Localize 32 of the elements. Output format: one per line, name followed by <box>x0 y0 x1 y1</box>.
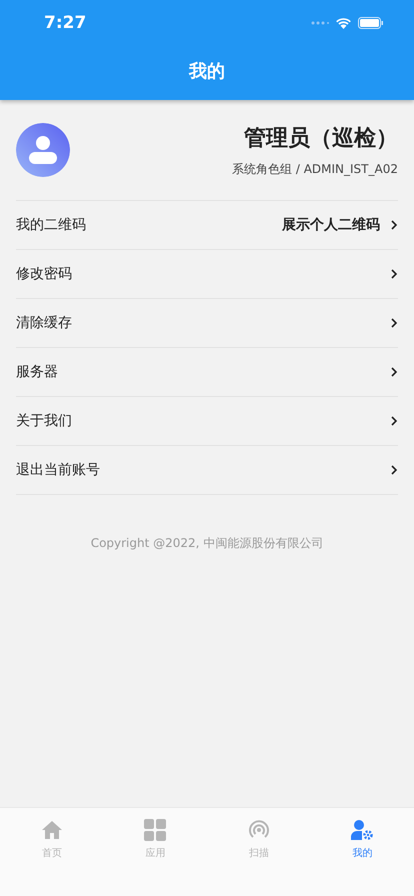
avatar-icon <box>16 123 70 177</box>
menu-item[interactable]: 服务器 <box>16 348 398 397</box>
menu-item[interactable]: 我的二维码 展示个人二维码 <box>16 201 398 250</box>
chevron-right-icon <box>390 464 398 476</box>
menu-label: 我的二维码 <box>16 216 87 234</box>
chevron-right-icon <box>390 268 398 280</box>
menu-value: 展示个人二维码 <box>282 216 380 234</box>
grid-icon <box>143 818 168 842</box>
menu-label: 服务器 <box>16 363 59 381</box>
menu-label: 修改密码 <box>16 265 73 283</box>
user-gear-icon <box>350 818 374 842</box>
menu-item[interactable]: 清除缓存 <box>16 299 398 348</box>
menu-label: 清除缓存 <box>16 314 73 332</box>
cellular-signal-icon <box>311 21 329 25</box>
wifi-icon <box>335 17 352 29</box>
menu-item[interactable]: 关于我们 <box>16 397 398 446</box>
menu-label: 退出当前账号 <box>16 461 101 479</box>
status-time: 7:27 <box>44 13 86 33</box>
page-title: 我的 <box>188 60 226 84</box>
menu-item[interactable]: 修改密码 <box>16 250 398 299</box>
home-icon <box>40 818 64 842</box>
menu-item[interactable]: 退出当前账号 <box>16 446 398 495</box>
menu-label: 关于我们 <box>16 412 73 430</box>
battery-icon <box>358 17 384 29</box>
chevron-right-icon <box>390 366 398 378</box>
tab-item[interactable]: 我的 <box>310 808 414 896</box>
chevron-right-icon <box>390 219 398 231</box>
chevron-right-icon <box>390 317 398 329</box>
chevron-right-icon <box>390 415 398 427</box>
copyright-text: Copyright @2022, 中闽能源股份有限公司 <box>90 536 324 550</box>
user-name: 管理员（巡检） <box>243 124 398 152</box>
user-role: 系统角色组 / ADMIN_IST_A02 <box>232 160 398 178</box>
